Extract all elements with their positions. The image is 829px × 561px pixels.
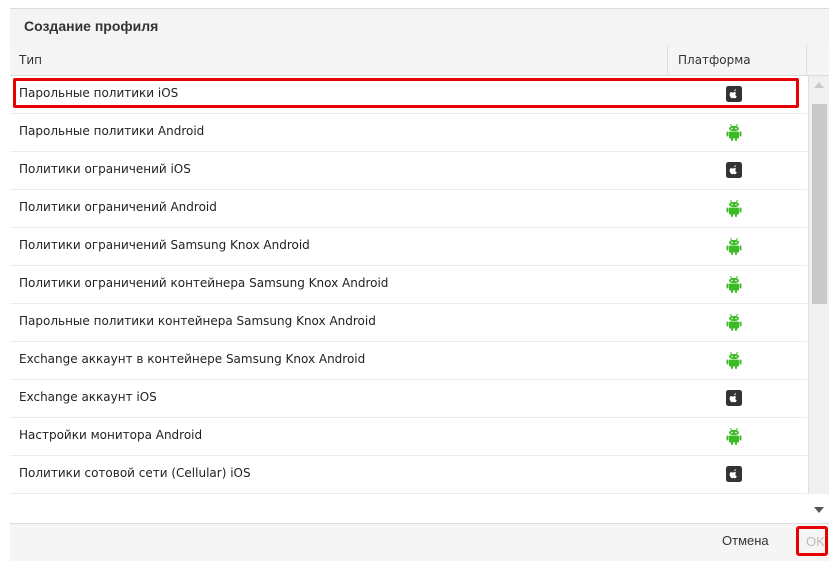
row-type-label: Парольные политики Android xyxy=(19,124,205,138)
column-header-type[interactable]: Тип xyxy=(10,45,668,75)
column-header-platform[interactable]: Платформа xyxy=(668,45,807,75)
row-type-label: Политики сотовой сети (Cellular) iOS xyxy=(19,466,251,480)
table-row[interactable]: Парольные политики Android xyxy=(10,114,807,152)
scroll-up-arrow-icon[interactable] xyxy=(814,82,824,88)
android-icon xyxy=(725,199,743,217)
android-icon xyxy=(725,123,743,141)
row-type-label: Политики ограничений контейнера Samsung … xyxy=(19,276,389,290)
table-row[interactable]: Политики ограничений контейнера Samsung … xyxy=(10,266,807,304)
cancel-button[interactable]: Отмена xyxy=(722,533,769,548)
table-row[interactable]: Парольные политики контейнера Samsung Kn… xyxy=(10,304,807,342)
apple-ios-icon xyxy=(725,85,743,103)
table-row[interactable]: Парольные политики iOS xyxy=(10,76,807,114)
row-type-label: Политики ограничений Android xyxy=(19,200,217,214)
table-row[interactable]: Настройки монитора Android xyxy=(10,418,807,456)
grid-header: Тип Платформа xyxy=(10,45,829,76)
row-type-label: Exchange аккаунт в контейнере Samsung Kn… xyxy=(19,352,366,366)
grid-scrollbar[interactable] xyxy=(808,76,829,513)
scrollbar-thumb[interactable] xyxy=(812,104,827,304)
android-icon xyxy=(725,237,743,255)
create-profile-dialog: Создание профиля Тип Платформа Парольные… xyxy=(0,0,829,561)
column-header-type-label: Тип xyxy=(19,53,42,67)
apple-ios-icon xyxy=(725,465,743,483)
row-type-label: Настройки монитора Android xyxy=(19,428,203,442)
row-type-label: Exchange аккаунт iOS xyxy=(19,390,157,404)
dialog-footer: Отмена OK xyxy=(10,523,829,561)
profile-type-grid: Парольные политики iOS Парольные политики… xyxy=(10,76,807,494)
row-type-label: Парольные политики iOS xyxy=(19,86,179,100)
dialog-title-bar: Создание профиля xyxy=(10,8,829,46)
scroll-down-arrow-icon[interactable] xyxy=(814,507,824,513)
column-header-platform-label: Платформа xyxy=(678,53,751,67)
table-row[interactable]: Exchange аккаунт iOS xyxy=(10,380,807,418)
row-type-label: Парольные политики контейнера Samsung Kn… xyxy=(19,314,376,328)
android-icon xyxy=(725,427,743,445)
table-row[interactable]: Exchange аккаунт в контейнере Samsung Kn… xyxy=(10,342,807,380)
android-icon xyxy=(725,313,743,331)
apple-ios-icon xyxy=(725,161,743,179)
table-row[interactable]: Политики сотовой сети (Cellular) iOS xyxy=(10,456,807,494)
table-row[interactable]: Политики ограничений Samsung Knox Androi… xyxy=(10,228,807,266)
apple-ios-icon xyxy=(725,389,743,407)
ok-button[interactable]: OK xyxy=(796,526,828,556)
android-icon xyxy=(725,275,743,293)
row-type-label: Политики ограничений iOS xyxy=(19,162,191,176)
dialog-title: Создание профиля xyxy=(24,18,159,34)
row-type-label: Политики ограничений Samsung Knox Androi… xyxy=(19,238,310,252)
table-row[interactable]: Политики ограничений Android xyxy=(10,190,807,228)
table-row[interactable]: Политики ограничений iOS xyxy=(10,152,807,190)
android-icon xyxy=(725,351,743,369)
